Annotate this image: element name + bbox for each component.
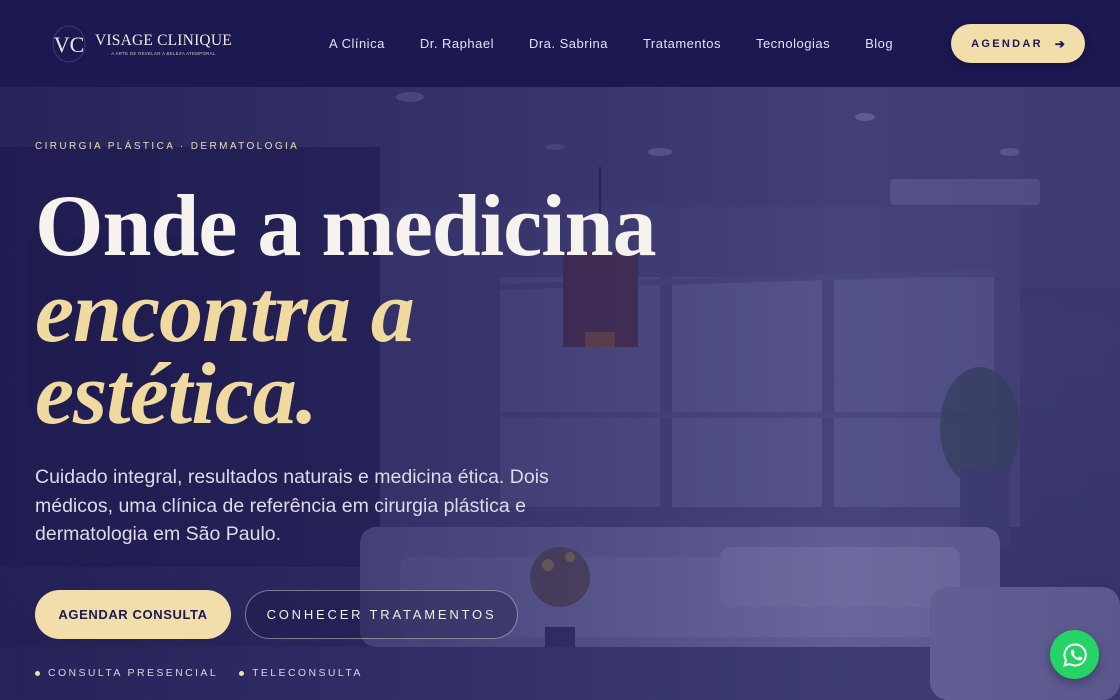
site-header: VC VISAGE CLINIQUE A ARTE DE REVELAR A B… [0,0,1120,87]
agendar-button[interactable]: AGENDAR ➔ [951,24,1085,63]
nav-item-dr-raphael[interactable]: Dr. Raphael [420,35,494,52]
conhecer-tratamentos-button[interactable]: CONHECER TRATAMENTOS [245,590,518,639]
main-nav: A Clínica Dr. Raphael Dra. Sabrina Trata… [329,35,893,52]
brand-tagline: A ARTE DE REVELAR A BELEZA ATEMPORAL [111,50,216,56]
brand-logo[interactable]: VC VISAGE CLINIQUE A ARTE DE REVELAR A B… [52,25,232,63]
badge-label: TELECONSULTA [252,667,363,679]
hero-headline: Onde a medicina encontra a estética. [35,178,657,443]
agendar-consulta-button[interactable]: AGENDAR CONSULTA [35,590,231,639]
nav-item-a-clinica[interactable]: A Clínica [329,35,385,52]
nav-item-blog[interactable]: Blog [865,35,893,52]
brand-name: VISAGE CLINIQUE [95,31,232,49]
badge-label: CONSULTA PRESENCIAL [48,667,219,679]
whatsapp-button[interactable] [1050,630,1099,679]
agendar-button-label: AGENDAR [971,37,1043,50]
whatsapp-icon [1062,642,1087,667]
headline-line-2: encontra a [35,264,415,361]
logo-monogram-icon: VC [52,25,86,63]
arrow-right-icon: ➔ [1054,36,1065,51]
bullet-dot-icon [239,670,245,676]
headline-line-1: Onde a medicina [35,178,657,275]
hero-lead-text: Cuidado integral, resultados naturais e … [35,466,549,545]
svg-text:VC: VC [54,32,85,57]
nav-item-dra-sabrina[interactable]: Dra. Sabrina [529,35,608,52]
nav-item-tratamentos[interactable]: Tratamentos [643,35,721,52]
nav-item-tecnologias[interactable]: Tecnologias [756,35,830,52]
hero-eyebrow: CIRURGIA PLÁSTICA · DERMATOLOGIA [35,141,300,152]
badge-consulta-presencial: CONSULTA PRESENCIAL [35,667,218,679]
hero-badges: CONSULTA PRESENCIAL TELECONSULTA [35,667,384,679]
logo-text: VISAGE CLINIQUE A ARTE DE REVELAR A BELE… [95,31,232,56]
badge-teleconsulta: TELECONSULTA [239,667,363,679]
bullet-dot-icon [35,670,40,676]
headline-line-3: estética. [35,346,318,443]
